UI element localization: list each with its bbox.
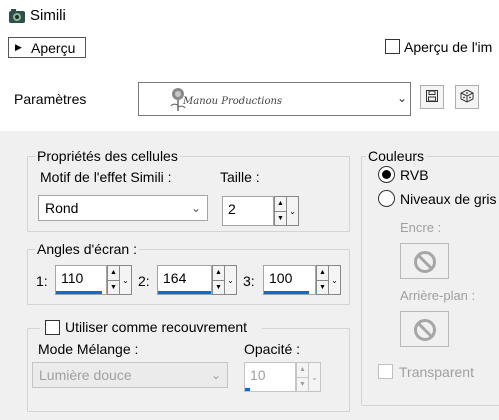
background-color-swatch[interactable] <box>400 311 449 347</box>
presets-watermark: Manou Productions <box>183 96 283 107</box>
chevron-down-icon: ⌄ <box>289 206 296 216</box>
cell-properties-legend: Propriétés des cellules <box>35 148 180 164</box>
opacity-options-button[interactable]: ⌄ <box>308 362 321 392</box>
preview-toggle-label: Aperçu <box>31 40 76 56</box>
angle-1-slider-fill <box>56 291 102 294</box>
floppy-disk-icon <box>426 89 438 105</box>
spin-up-icon[interactable]: ▲ <box>297 363 308 377</box>
spin-down-icon[interactable]: ▼ <box>297 376 308 392</box>
no-color-icon <box>413 318 437 345</box>
randomize-button[interactable] <box>455 85 479 109</box>
size-field[interactable]: 2 <box>222 196 274 226</box>
chevron-down-icon: ⌄ <box>311 372 318 382</box>
size-label: Taille : <box>220 169 260 185</box>
opacity-slider-fill <box>245 388 250 391</box>
spin-up-icon[interactable]: ▲ <box>275 197 286 211</box>
presets-dropdown[interactable]: Manou Productions ⌄ <box>138 82 411 116</box>
angle-3-label: 3: <box>243 273 255 289</box>
spin-down-icon[interactable]: ▼ <box>317 279 328 295</box>
angle-1-field[interactable]: 110 <box>55 265 107 295</box>
angle-2-label: 2: <box>138 273 150 289</box>
dice-icon <box>460 88 474 106</box>
angle-1-label: 1: <box>36 273 48 289</box>
triangle-right-icon: ▶ <box>15 42 22 52</box>
rgb-label: RVB <box>400 167 429 183</box>
greyscale-radio[interactable] <box>378 190 395 207</box>
transparent-checkbox[interactable] <box>378 364 393 379</box>
window-title: Simili <box>30 7 66 24</box>
chevron-down-icon: ⌄ <box>227 275 234 285</box>
spin-up-icon[interactable]: ▲ <box>317 266 328 280</box>
transparent-label: Transparent <box>399 364 474 380</box>
spin-down-icon[interactable]: ▼ <box>108 279 119 295</box>
radio-selected-dot <box>382 170 391 179</box>
blend-mode-label: Mode Mélange : <box>38 341 139 357</box>
app-icon <box>8 8 26 24</box>
angle-2-options-button[interactable]: ⌄ <box>224 265 237 295</box>
angle-1-value: 110 <box>61 270 84 286</box>
angle-2-slider-fill <box>158 291 211 294</box>
spin-down-icon[interactable]: ▼ <box>213 279 224 295</box>
ink-color-swatch[interactable] <box>400 243 449 279</box>
ink-label: Encre : <box>400 220 442 235</box>
no-color-icon <box>413 250 437 277</box>
spin-down-icon[interactable]: ▼ <box>275 210 286 226</box>
size-value: 2 <box>228 201 236 217</box>
size-options-button[interactable]: ⌄ <box>286 196 299 226</box>
chevron-down-icon: ⌄ <box>331 275 338 285</box>
screen-angles-legend: Angles d'écran : <box>35 241 139 257</box>
rgb-radio[interactable] <box>378 166 395 183</box>
presets-label: Paramètres <box>14 91 87 107</box>
angle-2-value: 164 <box>163 270 187 286</box>
chevron-down-icon: ⌄ <box>397 91 408 105</box>
angle-3-slider-fill <box>264 291 309 294</box>
use-as-overlay-checkbox[interactable] <box>45 320 60 335</box>
angle-3-options-button[interactable]: ⌄ <box>328 265 341 295</box>
image-preview-checkbox[interactable] <box>385 39 400 54</box>
pattern-dropdown[interactable]: Rond ⌄ <box>38 195 208 221</box>
use-as-overlay-label: Utiliser comme recouvrement <box>65 319 248 335</box>
angle-1-options-button[interactable]: ⌄ <box>119 265 132 295</box>
preview-toggle-button[interactable]: ▶ Aperçu <box>8 37 86 58</box>
greyscale-label: Niveaux de gris <box>400 191 497 207</box>
title-bar: Simili <box>0 0 499 32</box>
opacity-value: 10 <box>250 367 266 383</box>
chevron-down-icon: ⌄ <box>210 368 221 382</box>
colors-legend: Couleurs <box>366 148 427 164</box>
pattern-value: Rond <box>45 200 79 216</box>
chevron-down-icon: ⌄ <box>190 201 201 215</box>
background-label: Arrière-plan : <box>400 288 476 303</box>
angle-3-field[interactable]: 100 <box>263 265 316 295</box>
save-preset-button[interactable] <box>420 85 444 109</box>
angle-3-value: 100 <box>269 270 293 286</box>
spin-up-icon[interactable]: ▲ <box>213 266 224 280</box>
spin-up-icon[interactable]: ▲ <box>108 266 119 280</box>
blend-mode-value: Lumière douce <box>39 367 132 383</box>
opacity-field[interactable]: 10 <box>244 362 296 392</box>
chevron-down-icon: ⌄ <box>122 275 129 285</box>
angle-2-field[interactable]: 164 <box>157 265 212 295</box>
opacity-label: Opacité : <box>244 341 301 357</box>
blend-mode-dropdown[interactable]: Lumière douce ⌄ <box>32 362 228 388</box>
image-preview-label: Aperçu de l'im <box>404 39 493 55</box>
pattern-label: Motif de l'effet Simili : <box>40 169 172 185</box>
